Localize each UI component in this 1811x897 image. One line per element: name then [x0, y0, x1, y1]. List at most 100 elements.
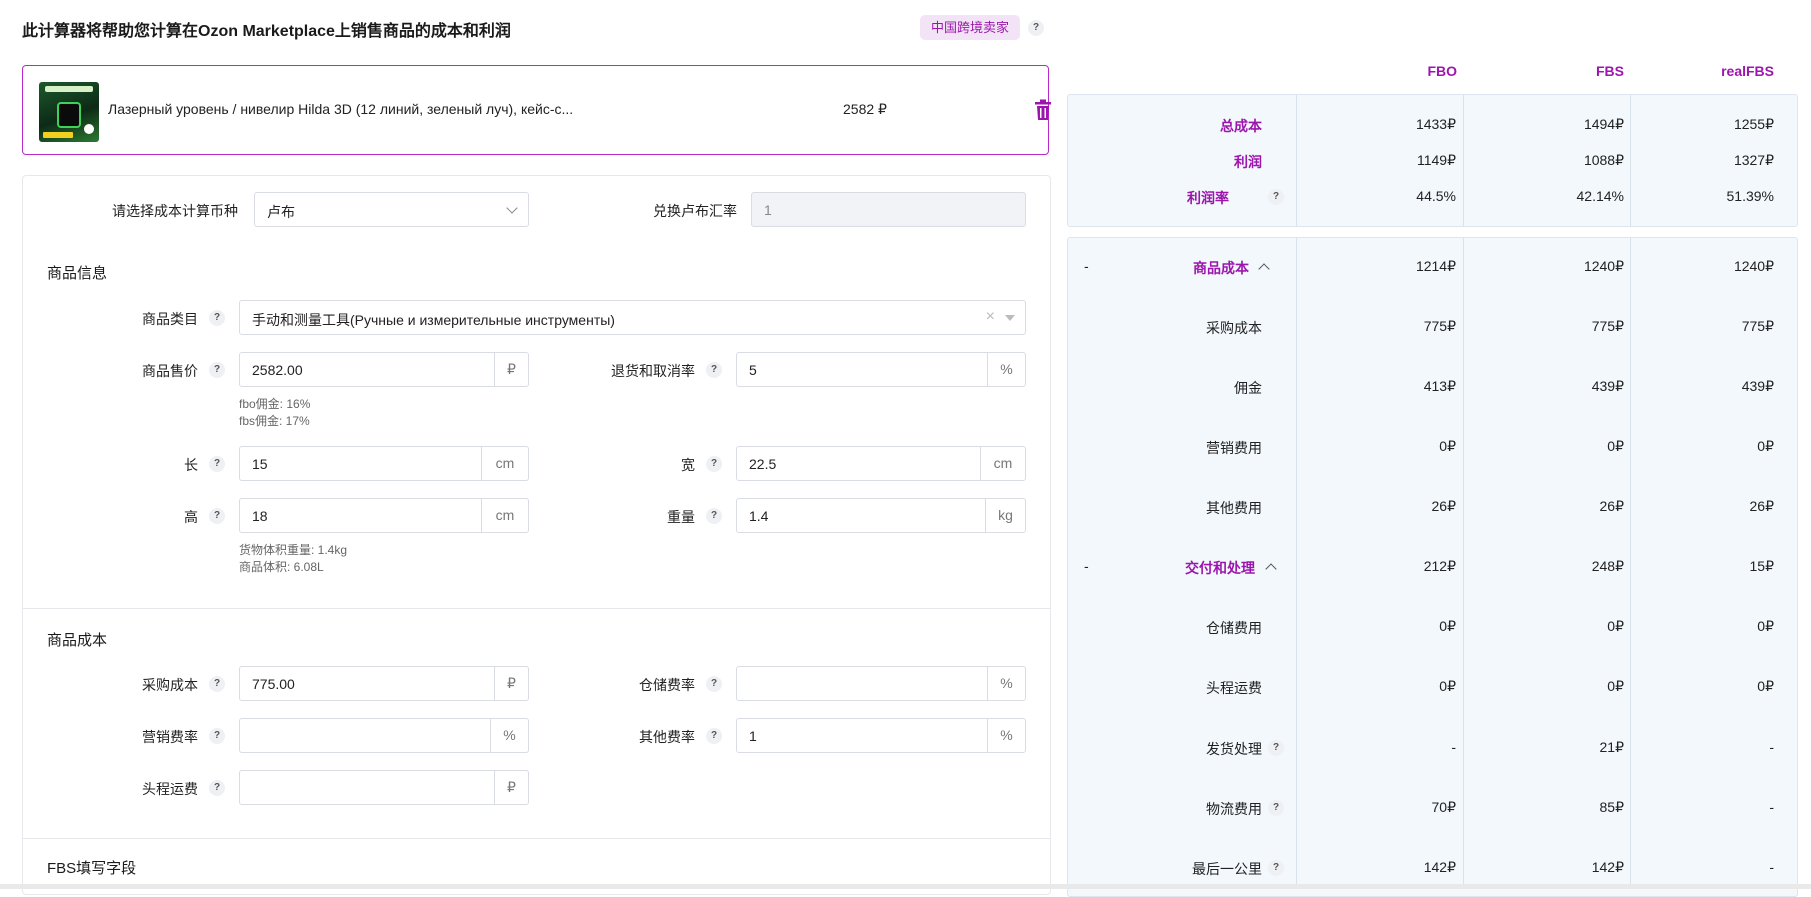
detail-value: 85₽ — [1599, 799, 1624, 815]
height-unit: cm — [481, 499, 528, 532]
detail-value: 15₽ — [1749, 558, 1774, 574]
detail-value: - — [1769, 739, 1774, 755]
height-input[interactable]: 18 cm — [239, 498, 529, 533]
detail-value: 439₽ — [1741, 378, 1774, 394]
caret-down-icon — [1005, 315, 1015, 321]
help-icon[interactable]: ? — [706, 728, 722, 744]
seller-badge[interactable]: 中国跨境卖家 — [920, 15, 1021, 40]
currency-label: 请选择成本计算币种 — [112, 203, 238, 219]
detail-value: 0₽ — [1607, 618, 1624, 634]
other-rate-input[interactable]: 1 % — [736, 718, 1026, 753]
help-icon[interactable]: ? — [1268, 860, 1284, 876]
margin-realfbs: 51.39% — [1726, 188, 1774, 204]
help-icon[interactable]: ? — [209, 456, 225, 472]
total-cost-fbs: 1494₽ — [1583, 116, 1624, 132]
storage-rate-input[interactable]: % — [736, 666, 1026, 701]
detail-value: 439₽ — [1591, 378, 1624, 394]
help-icon[interactable]: ? — [209, 780, 225, 796]
length-label: 长 — [184, 457, 198, 473]
return-rate-input[interactable]: 5 % — [736, 352, 1026, 387]
help-icon[interactable]: ? — [1268, 189, 1284, 205]
currency-select[interactable]: 卢布 — [254, 192, 529, 227]
first-leg-freight-input[interactable]: ₽ — [239, 770, 529, 805]
detail-value: 775₽ — [1591, 318, 1624, 334]
detail-dispatch-label: 发货处理 — [1206, 741, 1262, 757]
product-price: 2582 ₽ — [843, 101, 887, 117]
width-input[interactable]: 22.5 cm — [736, 446, 1026, 481]
total-cost-realfbs: 1255₽ — [1733, 116, 1774, 132]
profit-fbo: 1149₽ — [1416, 152, 1456, 168]
section-divider — [22, 608, 1051, 609]
purchase-cost-unit: ₽ — [494, 667, 528, 700]
help-icon[interactable]: ? — [1268, 800, 1284, 816]
help-icon[interactable]: ? — [1268, 740, 1284, 756]
goods-cost-title: 商品成本 — [47, 632, 108, 649]
detail-value: 775₽ — [1423, 318, 1456, 334]
help-icon[interactable]: ? — [706, 676, 722, 692]
detail-value: 0₽ — [1439, 438, 1456, 454]
weight-input[interactable]: 1.4 kg — [736, 498, 1026, 533]
detail-value: 142₽ — [1591, 859, 1624, 875]
exchange-rate-input: 1 — [751, 192, 1026, 227]
detail-value: 1240₽ — [1733, 258, 1774, 274]
help-icon[interactable]: ? — [706, 362, 722, 378]
first-leg-freight-unit: ₽ — [494, 771, 528, 804]
weight-unit: kg — [985, 499, 1025, 532]
total-cost-fbo: 1433₽ — [1415, 116, 1456, 132]
marketing-rate-input[interactable]: % — [239, 718, 529, 753]
detail-goods-cost-label[interactable]: 商品成本 — [1069, 258, 1249, 278]
profit-label: 利润 — [1234, 154, 1262, 170]
detail-value: - — [1769, 859, 1774, 875]
price-input[interactable]: 2582.00 ₽ — [239, 352, 529, 387]
purchase-cost-input[interactable]: 775.00 ₽ — [239, 666, 529, 701]
price-label: 商品售价 — [142, 363, 198, 379]
detail-value: 413₽ — [1423, 378, 1456, 394]
clear-icon[interactable]: × — [986, 308, 995, 326]
total-cost-label: 总成本 — [1220, 118, 1262, 134]
column-header-realfbs: realFBS — [1721, 63, 1774, 79]
purchase-cost-label: 采购成本 — [142, 677, 198, 693]
help-icon[interactable]: ? — [209, 508, 225, 524]
detail-delivery-label[interactable]: 交付和处理 — [1075, 558, 1255, 578]
section-divider — [22, 838, 1051, 839]
help-icon[interactable]: ? — [209, 362, 225, 378]
margin-fbs: 42.14% — [1576, 188, 1624, 204]
detail-value: 775₽ — [1741, 318, 1774, 334]
length-unit: cm — [481, 447, 528, 480]
detail-value: 0₽ — [1757, 438, 1774, 454]
detail-value: 70₽ — [1431, 799, 1456, 815]
category-select[interactable]: 手动和测量工具(Ручные и измерительные инструмен… — [239, 300, 1026, 335]
help-icon[interactable]: ? — [706, 508, 722, 524]
product-image — [39, 82, 99, 142]
help-icon[interactable]: ? — [209, 310, 225, 326]
detail-last-mile-label: 最后一公里 — [1192, 861, 1262, 877]
marketing-rate-unit: % — [490, 719, 528, 752]
page-title: 此计算器将帮助您计算在Ozon Marketplace上销售商品的成本和利润 — [22, 23, 511, 40]
help-icon[interactable]: ? — [1028, 20, 1044, 36]
length-input[interactable]: 15 cm — [239, 446, 529, 481]
volumetric-weight-hint: 货物体积重量: 1.4kg — [239, 543, 348, 557]
detail-commission-label: 佣金 — [1234, 380, 1262, 396]
fbs-fields-title: FBS填写字段 — [47, 860, 137, 877]
detail-value: 26₽ — [1749, 498, 1774, 514]
detail-value: 0₽ — [1607, 678, 1624, 694]
detail-purchase-cost-label: 采购成本 — [1206, 320, 1262, 336]
detail-value: 21₽ — [1599, 739, 1624, 755]
volume-hint: 商品体积: 6.08L — [239, 560, 324, 574]
detail-value: 142₽ — [1423, 859, 1456, 875]
marketing-rate-label: 营销费率 — [142, 729, 198, 745]
help-icon[interactable]: ? — [706, 456, 722, 472]
detail-value: 0₽ — [1757, 678, 1774, 694]
detail-value: 0₽ — [1757, 618, 1774, 634]
detail-other-label: 其他费用 — [1206, 500, 1262, 516]
horizontal-scrollbar[interactable] — [0, 884, 1811, 889]
product-card[interactable]: Лазерный уровень / нивелир Hilda 3D (12 … — [22, 65, 1051, 155]
currency-value: 卢布 — [267, 204, 295, 220]
help-icon[interactable]: ? — [209, 728, 225, 744]
detail-logistics-label: 物流费用 — [1206, 801, 1262, 817]
first-leg-freight-label: 头程运费 — [142, 781, 198, 797]
margin-fbo: 44.5% — [1416, 188, 1456, 204]
trash-icon[interactable] — [1033, 99, 1053, 121]
help-icon[interactable]: ? — [209, 676, 225, 692]
return-rate-unit: % — [987, 353, 1025, 386]
